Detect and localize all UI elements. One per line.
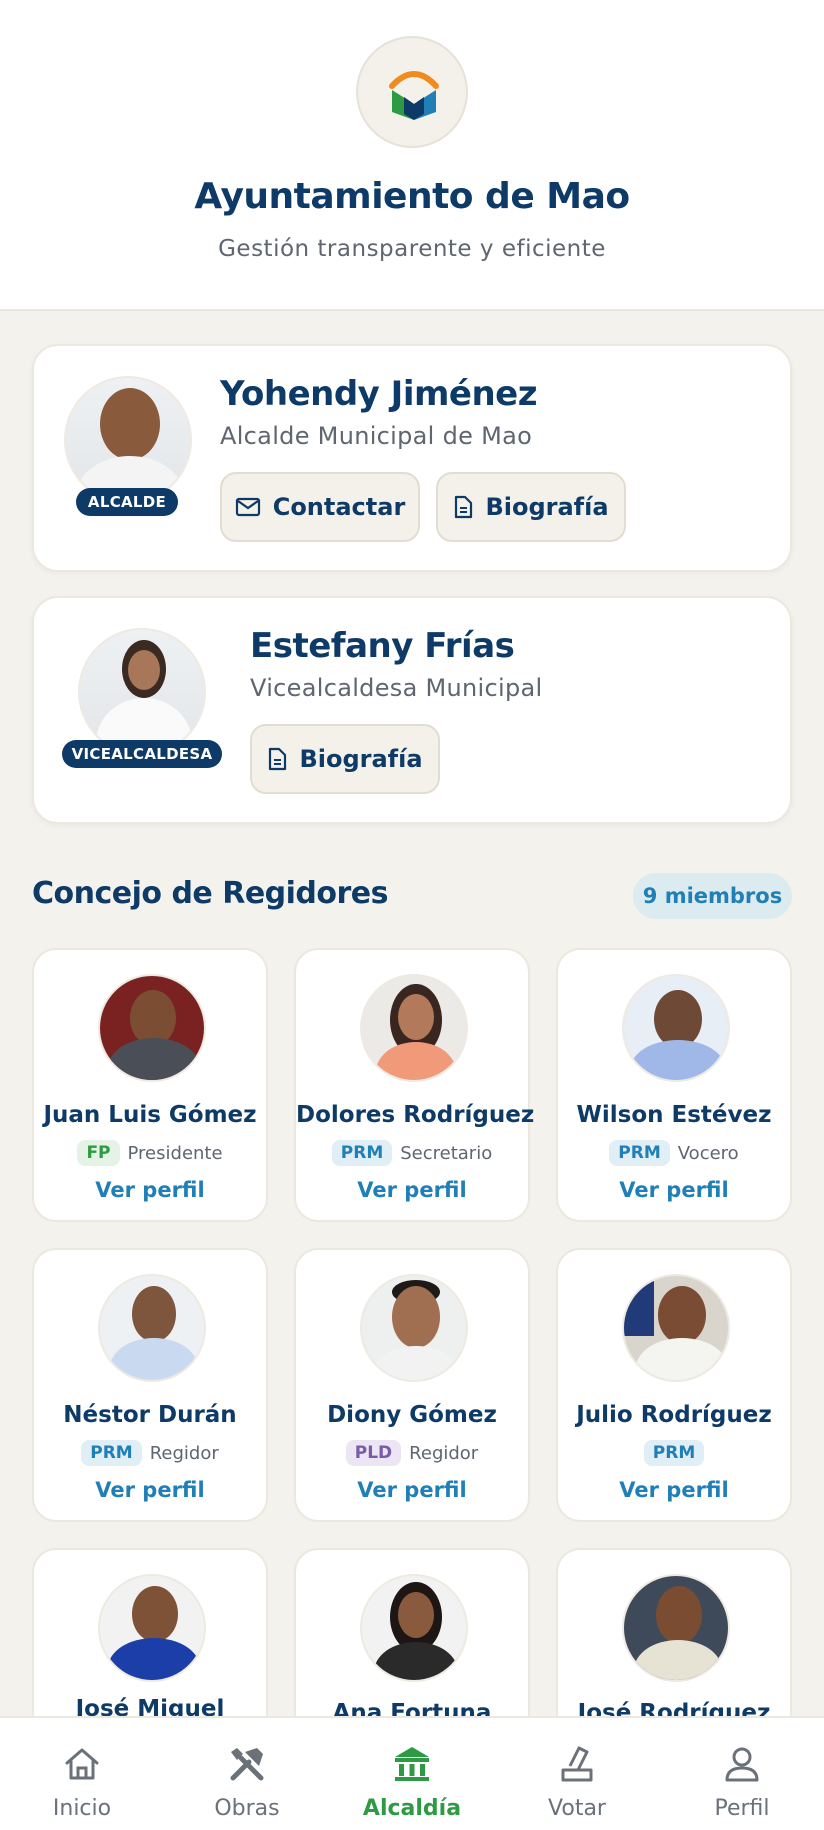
member-tags: PRM Vocero [558, 1140, 790, 1166]
vice-mayor-name: Estefany Frías [250, 626, 515, 666]
document-icon [455, 495, 473, 519]
nav-label: Perfil [714, 1796, 770, 1821]
party-badge: PRM [81, 1440, 142, 1466]
view-profile-link[interactable]: Ver perfil [296, 1178, 528, 1202]
member-position: Regidor [149, 1442, 219, 1464]
vote-icon [561, 1746, 593, 1782]
contact-button[interactable]: Contactar [220, 472, 420, 542]
mail-icon [235, 497, 260, 517]
member-tags: PLD Regidor [296, 1440, 528, 1466]
member-photo [622, 1574, 730, 1682]
member-name: Néstor Durán [63, 1402, 237, 1428]
mayor-card: ALCALDE Yohendy Jiménez Alcalde Municipa… [32, 344, 792, 572]
council-title: Concejo de Regidores [32, 876, 389, 911]
member-name: Diony Gómez [327, 1402, 497, 1428]
party-badge: PRM [331, 1140, 393, 1166]
member-photo [98, 974, 206, 1082]
logo-icon [389, 71, 439, 120]
app-header: Ayuntamiento de Mao Gestión transparente… [0, 0, 824, 311]
member-photo [360, 1274, 468, 1382]
document-icon [269, 747, 287, 771]
mayor-bio-button[interactable]: Biografía [436, 472, 626, 542]
view-profile-link[interactable]: Ver perfil [34, 1178, 266, 1202]
mayor-name: Yohendy Jiménez [220, 374, 538, 414]
member-tags: PRM Secretario [296, 1140, 528, 1166]
member-tags: PRM Regidor [34, 1440, 266, 1466]
vice-mayor-card: VICEALCALDESA Estefany Frías Vicealcalde… [32, 596, 792, 824]
mayor-badge: ALCALDE [76, 488, 178, 516]
party-badge: FP [77, 1140, 120, 1166]
member-photo [360, 1574, 468, 1682]
vice-mayor-badge: VICEALCALDESA [62, 740, 222, 768]
mayor-role: Alcalde Municipal de Mao [220, 422, 533, 450]
nav-label: Inicio [52, 1796, 112, 1821]
city-hall-icon [395, 1747, 429, 1781]
member-position: Presidente [127, 1142, 223, 1164]
nav-alcaldia[interactable]: Alcaldía [342, 1718, 482, 1830]
member-tags: FP Presidente [34, 1140, 266, 1166]
members-count-badge: 9 miembros [633, 873, 792, 919]
mayor-photo [64, 376, 192, 504]
member-position: Regidor [409, 1442, 479, 1464]
member-position: Secretario [400, 1142, 493, 1164]
member-name: Juan Luis Gómez [43, 1102, 257, 1128]
contact-label: Contactar [272, 493, 406, 521]
party-badge: PLD [345, 1440, 402, 1466]
member-card[interactable]: Wilson Estévez PRM Vocero Ver perfil [556, 948, 792, 1222]
member-card[interactable]: Diony Gómez PLD Regidor Ver perfil [294, 1248, 530, 1522]
vice-mayor-bio-label: Biografía [299, 745, 423, 773]
app-subtitle: Gestión transparente y eficiente [218, 236, 606, 262]
member-tags: PRM [558, 1440, 790, 1466]
member-photo [98, 1274, 206, 1382]
nav-obras[interactable]: Obras [177, 1718, 317, 1830]
view-profile-link[interactable]: Ver perfil [34, 1478, 266, 1502]
view-profile-link[interactable]: Ver perfil [558, 1478, 790, 1502]
member-name: Wilson Estévez [576, 1102, 772, 1128]
home-icon [65, 1748, 99, 1780]
member-photo [622, 1274, 730, 1382]
member-card[interactable]: Julio Rodríguez PRM Ver perfil [556, 1248, 792, 1522]
app-title: Ayuntamiento de Mao [194, 176, 630, 217]
member-photo [360, 974, 468, 1082]
member-card[interactable]: Dolores Rodríguez PRM Secretario Ver per… [294, 948, 535, 1222]
tools-icon [230, 1748, 264, 1781]
nav-perfil[interactable]: Perfil [672, 1718, 812, 1830]
vice-mayor-photo [78, 628, 206, 756]
member-card[interactable]: Juan Luis Gómez FP Presidente Ver perfil [32, 948, 268, 1222]
mayor-bio-label: Biografía [485, 493, 609, 521]
nav-inicio[interactable]: Inicio [12, 1718, 152, 1830]
vice-mayor-bio-button[interactable]: Biografía [250, 724, 440, 794]
member-position: Vocero [677, 1142, 739, 1164]
member-photo [622, 974, 730, 1082]
user-icon [725, 1747, 759, 1782]
nav-label: Obras [214, 1796, 280, 1821]
view-profile-link[interactable]: Ver perfil [558, 1178, 790, 1202]
party-badge: PRM [609, 1140, 670, 1166]
municipality-logo [356, 36, 468, 148]
vice-mayor-role: Vicealcaldesa Municipal [250, 674, 543, 702]
member-photo [98, 1574, 206, 1682]
nav-label: Votar [548, 1796, 606, 1821]
nav-label: Alcaldía [362, 1796, 462, 1821]
view-profile-link[interactable]: Ver perfil [296, 1478, 528, 1502]
member-name: Julio Rodríguez [576, 1402, 772, 1428]
member-name: Dolores Rodríguez [296, 1102, 535, 1128]
member-card[interactable]: Néstor Durán PRM Regidor Ver perfil [32, 1248, 268, 1522]
nav-votar[interactable]: Votar [507, 1718, 647, 1830]
party-badge: PRM [643, 1440, 705, 1466]
bottom-navigation: Inicio Obras Alcaldía Votar Perfil [0, 1716, 824, 1830]
